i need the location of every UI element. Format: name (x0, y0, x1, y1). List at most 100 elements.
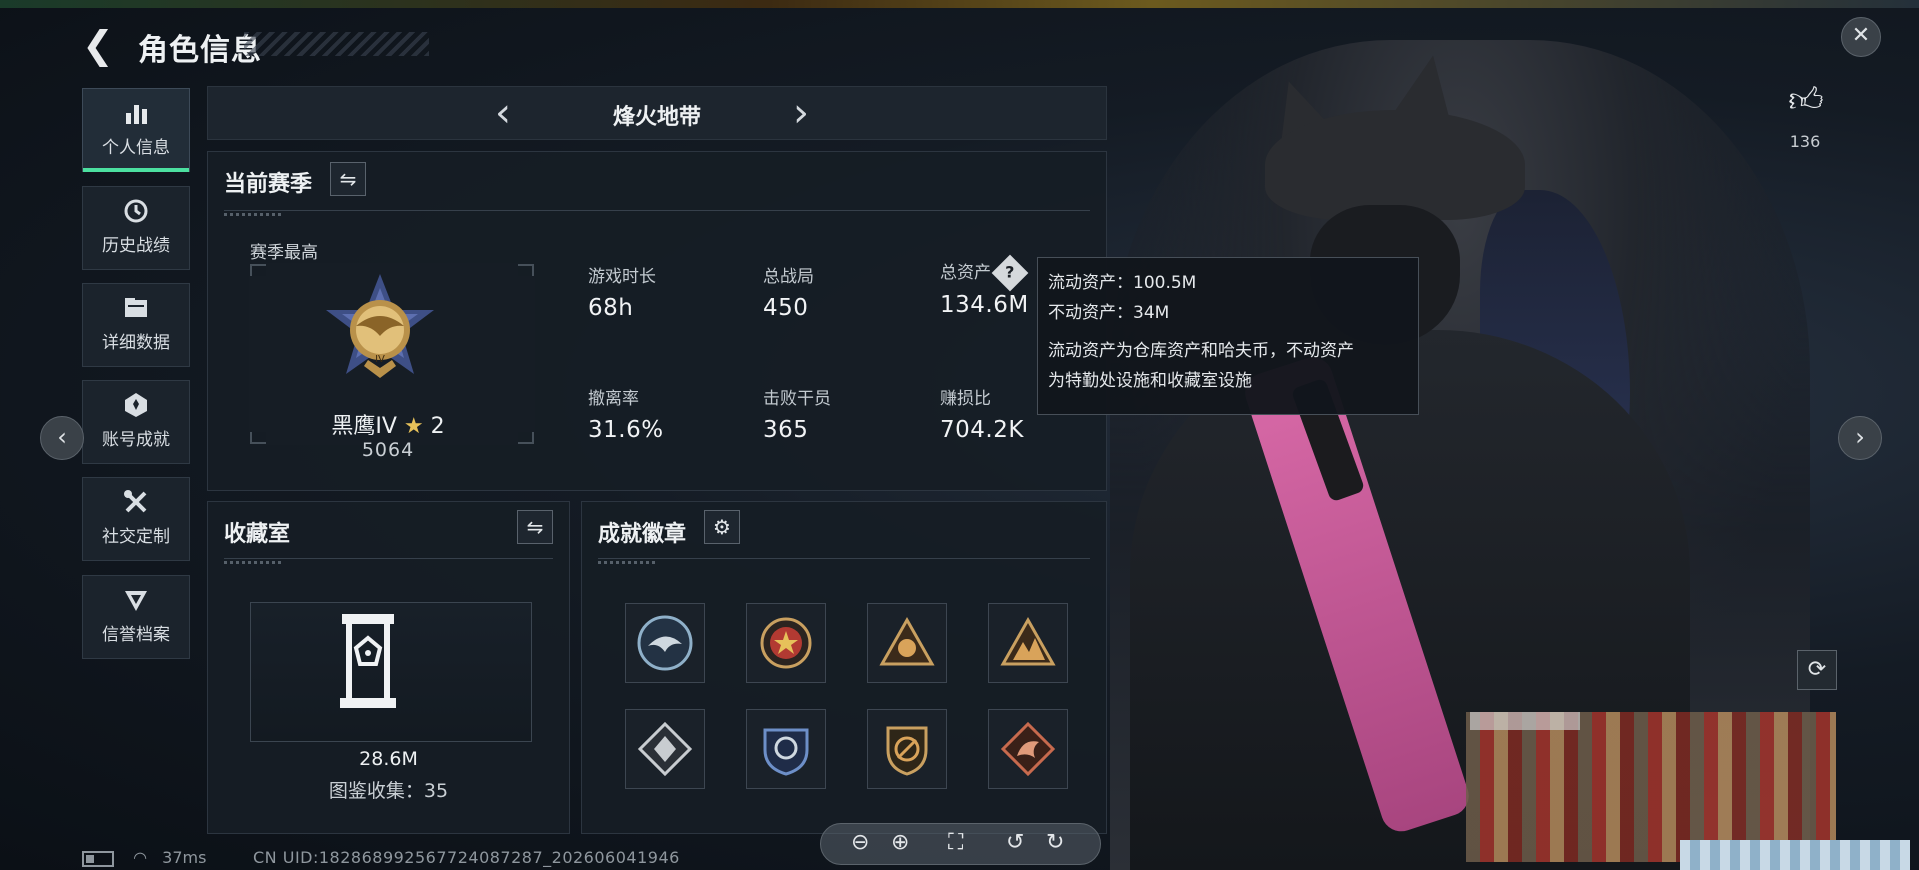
divider (224, 558, 553, 564)
credit-icon (83, 586, 189, 616)
stat-label: 总战局 (763, 267, 814, 287)
stat-total-assets: 总资产? 134.6M (940, 254, 1029, 318)
stat-label: 游戏时长 (588, 267, 656, 287)
collection-panel: 收藏室 ⇋ 28.6M 图鉴收集：35 (207, 501, 570, 834)
uid-text: CN UID:18286899256772408728​7_2026060419… (253, 848, 680, 867)
sidebar-item-detailed-data[interactable]: 详细数据 (82, 283, 190, 367)
vault-icon (340, 614, 396, 708)
season-best-label: 赛季最高 (250, 243, 318, 263)
pixelated-corner (1680, 840, 1910, 870)
svg-text:IV: IV (375, 354, 385, 365)
gear-icon: ⚙ (713, 515, 731, 539)
stat-value: 31.6% (588, 417, 664, 443)
round-shield-badge-icon (886, 726, 928, 776)
pixelated-name (1470, 712, 1580, 730)
badge-slot[interactable] (746, 709, 826, 789)
stat-label: 撤离率 (588, 389, 639, 409)
sidebar-item-label: 个人信息 (102, 138, 170, 158)
season-switch-button[interactable]: ⇋ (330, 162, 366, 196)
badge-slot[interactable] (625, 709, 705, 789)
stat-label: 击败干员 (763, 389, 831, 409)
next-character-button[interactable]: › (1838, 416, 1882, 460)
stat-value: 450 (763, 295, 809, 321)
sidebar-item-social[interactable]: 社交定制 (82, 477, 190, 561)
tools-icon (83, 488, 189, 518)
like-count: 136 (1789, 132, 1821, 151)
triangle-badge-icon (879, 616, 935, 666)
sidebar-item-achievements[interactable]: 账号成就 (82, 380, 190, 464)
collection-switch-button[interactable]: ⇋ (517, 510, 553, 544)
eagle-badge-icon (637, 615, 693, 671)
rank-stars: 2 (430, 414, 445, 439)
achievement-icon (83, 391, 189, 421)
title-decoration (244, 32, 429, 56)
star-wing-badge-icon (760, 617, 812, 669)
close-icon: ✕ (1851, 23, 1871, 48)
badge-slot[interactable] (867, 709, 947, 789)
fit-screen-icon[interactable]: ⛶ (948, 830, 963, 855)
wifi-icon: ◠ (133, 848, 148, 867)
rotate-right-icon[interactable]: ↻ (1046, 830, 1064, 855)
swap-icon: ⇋ (526, 515, 544, 539)
sidebar-item-label: 信誉档案 (102, 625, 170, 645)
badge-slot[interactable] (625, 603, 705, 683)
thumbs-up-icon: 👍︎ (1788, 80, 1824, 120)
rotate-left-icon[interactable]: ↺ (1006, 830, 1024, 855)
zoom-in-icon[interactable]: ⊕ (891, 830, 909, 855)
sidebar-item-label: 详细数据 (102, 333, 170, 353)
ping-text: 37ms (162, 848, 207, 867)
swap-icon: ⇋ (339, 167, 357, 191)
like-button[interactable]: 👍︎ (1784, 80, 1828, 121)
close-button[interactable]: ✕ (1841, 17, 1881, 57)
battery-icon (82, 850, 114, 867)
chevron-right-icon: › (1855, 423, 1865, 451)
viewer-toolbar: ⊖ ⊕ ⛶ ↺ ↻ (820, 823, 1101, 865)
badge-slot[interactable] (746, 603, 826, 683)
badge-slot[interactable] (988, 603, 1068, 683)
top-banner-strip (0, 0, 1919, 8)
sidebar-item-credit[interactable]: 信誉档案 (82, 575, 190, 659)
zoom-out-icon[interactable]: ⊖ (851, 830, 869, 855)
mode-title: 烽火地带 (612, 105, 701, 130)
sidebar-item-personal-info[interactable]: 个人信息 (82, 88, 190, 172)
back-button[interactable]: ❮ (82, 26, 122, 64)
mountain-badge-icon (1000, 616, 1056, 666)
diamond-badge-icon (637, 721, 693, 777)
chevron-right-icon[interactable]: › (793, 93, 809, 133)
sidebar-item-label: 社交定制 (102, 527, 170, 547)
badge-slot[interactable] (867, 603, 947, 683)
stat-label: 赚损比 (940, 389, 991, 409)
sidebar-item-label: 历史战绩 (102, 236, 170, 256)
rank-name-text: 黑鹰IV (331, 414, 397, 439)
badge-slot[interactable] (988, 709, 1068, 789)
collection-value: 28.6M (359, 748, 418, 770)
divider (224, 210, 1090, 216)
chevron-left-icon: ‹ (57, 423, 67, 451)
collection-count: 图鉴收集：35 (328, 780, 449, 802)
stat-extract-rate: 撤离率 31.6% (588, 384, 664, 443)
folder-icon (83, 294, 189, 324)
shield-badge-icon (763, 728, 809, 776)
stat-value: 365 (763, 417, 809, 443)
sidebar-item-history[interactable]: 历史战绩 (82, 186, 190, 270)
sidebar-item-label: 账号成就 (102, 430, 170, 450)
help-icon[interactable]: ? (991, 254, 1029, 292)
badge-settings-button[interactable]: ⚙ (704, 510, 740, 544)
bar-chart-icon (83, 99, 189, 129)
rank-score: 5064 (361, 439, 415, 461)
refresh-icon: ⟳ (1807, 657, 1827, 682)
stat-kills: 击败干员 365 (763, 384, 831, 443)
help-icon-glyph: ? (1005, 263, 1015, 282)
mode-tab-bar: ‹ 烽火地带 › (207, 86, 1107, 140)
collection-title: 收藏室 (224, 522, 291, 547)
stat-label: 总资产 (940, 263, 991, 283)
prev-character-button[interactable]: ‹ (40, 416, 84, 460)
rotate-model-button[interactable]: ⟳ (1797, 650, 1837, 690)
rank-name: 黑鹰IV ★ 2 (268, 408, 508, 440)
tooltip-fixed-assets: 不动资产：34M (1048, 303, 1170, 323)
badges-title: 成就徽章 (598, 522, 687, 547)
status-bar: ◠ 37ms (82, 848, 206, 867)
divider (598, 558, 1090, 564)
assets-tooltip: 流动资产：100.5M 不动资产：34M 流动资产为仓库资产和哈夫币，不动资产 … (1037, 257, 1419, 415)
rank-medal-icon: IV (326, 274, 434, 378)
